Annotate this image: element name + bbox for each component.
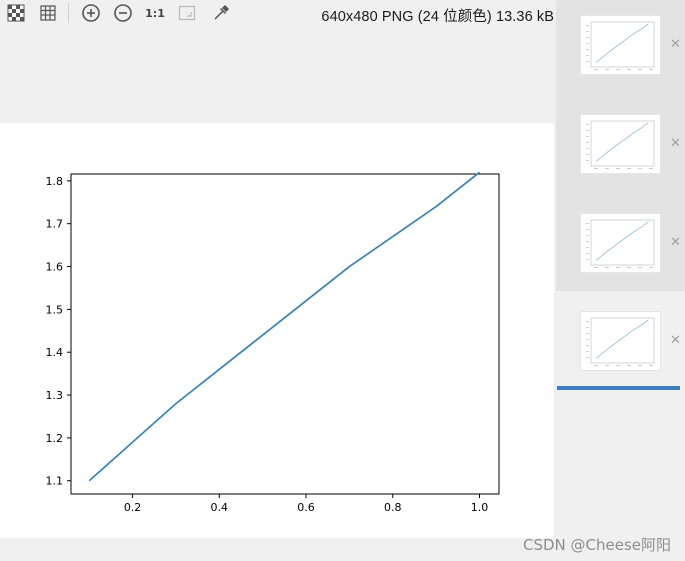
thumbnail-image[interactable] xyxy=(580,213,661,273)
y-tick-label: 1.5 xyxy=(46,303,64,316)
thumbnail-scroll-indicator[interactable] xyxy=(557,386,680,390)
color-picker-icon[interactable] xyxy=(210,2,232,24)
checker-transparency-icon[interactable] xyxy=(5,2,27,24)
thumbnail-chart-preview xyxy=(586,317,655,366)
x-tick-label: 0.4 xyxy=(211,501,229,514)
y-tick-label: 1.8 xyxy=(46,175,64,188)
y-tick-label: 1.3 xyxy=(46,389,64,402)
thumbnail-image[interactable] xyxy=(580,114,661,174)
y-tick-label: 1.6 xyxy=(46,261,64,274)
image-canvas[interactable]: 0.2 0.4 0.6 0.8 1.0 1.1 1.2 1.3 1.4 1.5 1.6 1.7 1.8 xyxy=(0,123,554,538)
close-icon[interactable]: ✕ xyxy=(670,333,681,348)
grid-icon[interactable] xyxy=(37,2,59,24)
close-icon[interactable]: ✕ xyxy=(670,136,681,151)
x-tick-label: 1.0 xyxy=(471,501,489,514)
series-line xyxy=(88,171,481,482)
plot-frame xyxy=(70,173,500,495)
y-tick-label: 1.7 xyxy=(46,218,64,231)
y-tick-label: 1.4 xyxy=(46,346,64,359)
y-tick-label: 1.1 xyxy=(46,475,64,488)
x-tick-label: 0.2 xyxy=(124,501,142,514)
actual-size-button[interactable]: 1:1 xyxy=(144,2,166,24)
x-tick-label: 0.8 xyxy=(384,501,402,514)
x-tick-label: 0.6 xyxy=(297,501,315,514)
fit-window-icon[interactable] xyxy=(176,2,198,24)
y-tick-label: 1.2 xyxy=(46,432,64,445)
image-info-text: 640x480 PNG (24 位颜色) 13.36 kB xyxy=(321,9,554,25)
close-icon[interactable]: ✕ xyxy=(670,37,681,52)
thumbnail-chart-preview xyxy=(586,120,655,169)
toolbar-separator xyxy=(68,3,69,23)
thumbnail-strip: ✕ ✕ ✕ ✕ xyxy=(556,0,685,561)
thumbnail-image[interactable] xyxy=(580,311,661,371)
thumbnail-chart-preview xyxy=(586,21,655,70)
close-icon[interactable]: ✕ xyxy=(670,235,681,250)
thumbnail-chart-preview xyxy=(586,219,655,268)
viewer-toolbar: 1:1 640x480 PNG (24 位颜色) 13.36 kB xyxy=(0,0,556,26)
line-chart: 0.2 0.4 0.6 0.8 1.0 1.1 1.2 1.3 1.4 1.5 1.6 1.7 1.8 xyxy=(46,171,500,514)
thumbnail-image[interactable] xyxy=(580,15,661,75)
zoom-out-icon[interactable] xyxy=(112,2,134,24)
zoom-in-icon[interactable] xyxy=(80,2,102,24)
watermark-text: CSDN @Cheese阿阳 xyxy=(522,536,671,554)
